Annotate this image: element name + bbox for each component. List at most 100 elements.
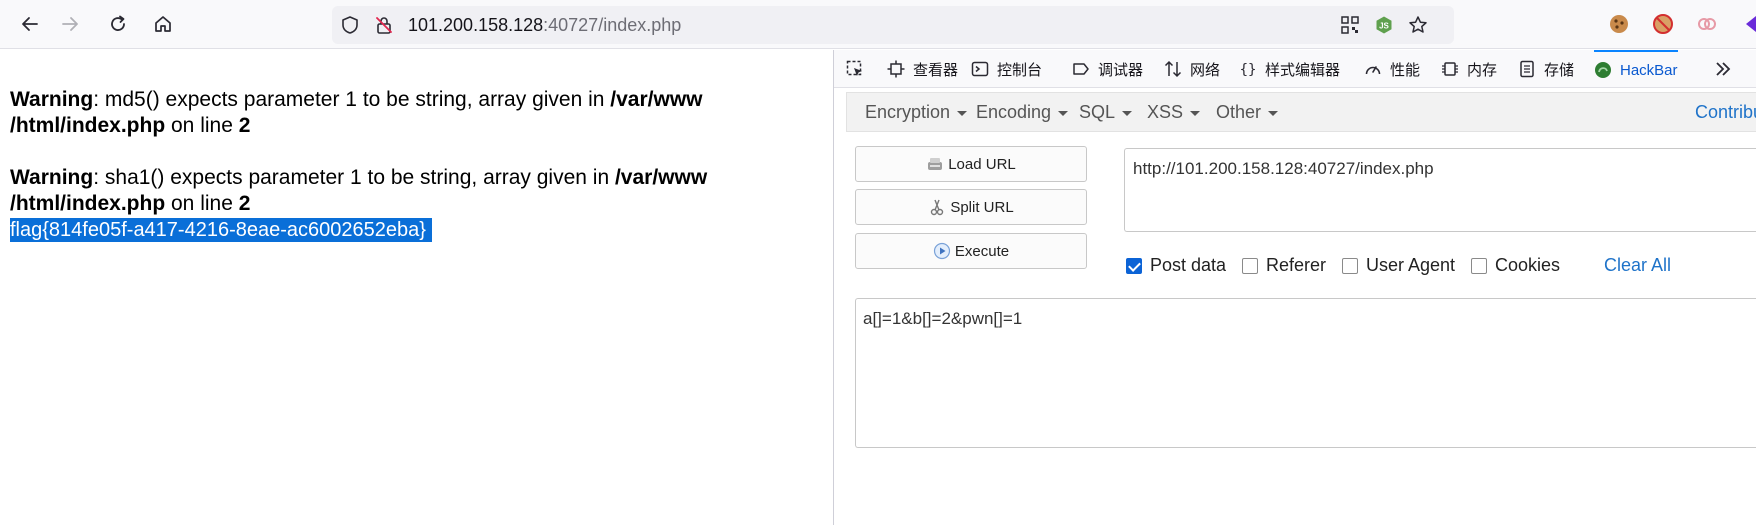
nodejs-icon[interactable]: JS <box>1374 15 1394 35</box>
menu-label: SQL <box>1079 102 1116 122</box>
pick-element-icon <box>846 60 862 76</box>
tab-label: 样式编辑器 <box>1265 61 1341 79</box>
home-button[interactable] <box>149 10 177 38</box>
checkbox-checked[interactable] <box>1126 257 1142 274</box>
tab-memory[interactable]: 内存 <box>1441 50 1497 88</box>
arrow-left-icon <box>22 17 38 31</box>
warning-message: : md5() expects parameter 1 to be string… <box>93 88 611 111</box>
tab-debugger[interactable]: 调试器 <box>1072 50 1143 88</box>
warning-file-part2: /html/index.php <box>10 192 166 215</box>
tab-inspector[interactable]: 查看器 <box>887 50 958 88</box>
menu-label: Encoding <box>976 102 1052 122</box>
sha1-warning: Warning: sha1() expects parameter 1 to b… <box>10 165 830 217</box>
tab-style-editor[interactable]: {} 样式编辑器 <box>1239 50 1340 88</box>
tab-label: 内存 <box>1467 61 1498 79</box>
warning-label: Warning <box>10 88 94 111</box>
warning-file-part1: /var/www <box>610 88 703 111</box>
memory-icon <box>1442 62 1458 76</box>
split-url-button[interactable]: Split URL <box>855 189 1087 225</box>
caret-down-icon <box>1190 110 1201 116</box>
tab-label: 存储 <box>1544 61 1575 79</box>
tab-label: 控制台 <box>997 61 1043 79</box>
link-extension-icon[interactable] <box>1696 13 1718 35</box>
shield-icon[interactable] <box>340 15 360 35</box>
menu-label: XSS <box>1147 102 1184 122</box>
inspector-icon <box>887 60 905 78</box>
network-icon <box>1164 60 1182 78</box>
load-url-button[interactable]: Load URL <box>855 146 1087 182</box>
menu-encryption[interactable]: Encryption <box>865 102 968 123</box>
back-button[interactable] <box>16 10 44 38</box>
insecure-lock-icon[interactable] <box>374 15 394 35</box>
tab-console[interactable]: 控制台 <box>971 50 1042 88</box>
tab-network[interactable]: 网络 <box>1164 50 1220 88</box>
caret-down-icon <box>957 110 968 116</box>
url-textarea[interactable]: http://101.200.158.128:40727/index.php <box>1124 148 1756 232</box>
menu-sql[interactable]: SQL <box>1079 102 1133 123</box>
arrow-right-icon <box>62 17 78 31</box>
reload-button[interactable] <box>104 10 132 38</box>
post-data-checkbox[interactable]: Post data <box>1126 255 1226 276</box>
more-tabs-button[interactable] <box>1714 50 1732 88</box>
tab-storage[interactable]: 存储 <box>1518 50 1574 88</box>
cookies-checkbox[interactable]: Cookies <box>1471 255 1560 276</box>
option-label: Referer <box>1266 255 1327 275</box>
menu-encoding[interactable]: Encoding <box>976 102 1069 123</box>
debugger-icon <box>1073 63 1089 75</box>
warning-file-part2: /html/index.php <box>10 114 166 137</box>
scissors-icon <box>931 199 944 216</box>
option-label: Cookies <box>1495 255 1561 275</box>
cookie-blocked-icon[interactable] <box>1652 13 1674 35</box>
svg-text:JS: JS <box>1379 22 1389 31</box>
warning-message: : sha1() expects parameter 1 to be strin… <box>93 166 615 189</box>
qr-code-icon[interactable] <box>1340 15 1360 35</box>
contribute-link[interactable]: Contribute <box>1695 102 1756 123</box>
menu-label: Other <box>1216 102 1262 122</box>
referer-checkbox[interactable]: Referer <box>1242 255 1326 276</box>
extension-overflow-icon[interactable] <box>1740 13 1756 35</box>
tab-hackbar[interactable]: HackBar <box>1594 50 1678 88</box>
console-icon <box>971 61 989 77</box>
style-editor-icon: {} <box>1240 62 1257 78</box>
warning-line-text: on line <box>165 114 239 137</box>
checkbox-unchecked[interactable] <box>1471 257 1487 274</box>
home-icon <box>155 16 171 32</box>
tab-performance[interactable]: 性能 <box>1364 50 1420 88</box>
button-label: Execute <box>954 242 1010 260</box>
clear-all-link[interactable]: Clear All <box>1604 255 1671 276</box>
storage-icon <box>1520 60 1534 78</box>
url-host: 101.200.158.128 <box>408 15 544 35</box>
page-content: Warning: md5() expects parameter 1 to be… <box>0 50 833 525</box>
tab-label: 网络 <box>1190 61 1221 79</box>
hackbar-icon <box>1595 62 1611 78</box>
play-icon <box>933 242 950 260</box>
forward-button[interactable] <box>56 10 84 38</box>
performance-icon <box>1365 66 1381 75</box>
url-path: :40727/index.php <box>543 15 682 35</box>
execute-button[interactable]: Execute <box>855 233 1087 269</box>
tab-label: HackBar <box>1620 61 1678 79</box>
tab-label: 调试器 <box>1098 61 1144 79</box>
option-label: User Agent <box>1366 255 1456 275</box>
chevron-double-right-icon <box>1716 62 1731 76</box>
pick-element-button[interactable] <box>846 50 864 88</box>
devtools-panel: 查看器 控制台 调试器 网络 {} 样式编辑器 性能 内存 存储 HackBar… <box>833 50 1756 525</box>
caret-down-icon <box>1122 110 1133 116</box>
menu-xss[interactable]: XSS <box>1147 102 1201 123</box>
flag-text[interactable]: flag{814fe05f-a417-4216-8eae-ac6002652eb… <box>10 218 432 242</box>
tab-label: 查看器 <box>913 61 959 79</box>
url-text[interactable]: 101.200.158.128:40727/index.php <box>408 15 681 35</box>
checkbox-unchecked[interactable] <box>1342 257 1358 274</box>
warning-line-text: on line <box>165 192 239 215</box>
cookie-icon[interactable] <box>1608 13 1630 35</box>
menu-other[interactable]: Other <box>1216 102 1279 123</box>
url-bar[interactable]: 101.200.158.128:40727/index.php JS <box>332 6 1454 44</box>
hackbar-menu-bar: Encryption Encoding SQL XSS Other Contri… <box>846 92 1756 132</box>
checkbox-unchecked[interactable] <box>1242 257 1258 274</box>
caret-down-icon <box>1058 110 1069 116</box>
user-agent-checkbox[interactable]: User Agent <box>1342 255 1455 276</box>
post-data-textarea[interactable]: a[]=1&b[]=2&pwn[]=1 <box>855 298 1756 448</box>
warning-line-number: 2 <box>238 114 251 137</box>
bookmark-star-icon[interactable] <box>1408 15 1428 35</box>
md5-warning: Warning: md5() expects parameter 1 to be… <box>10 87 830 139</box>
